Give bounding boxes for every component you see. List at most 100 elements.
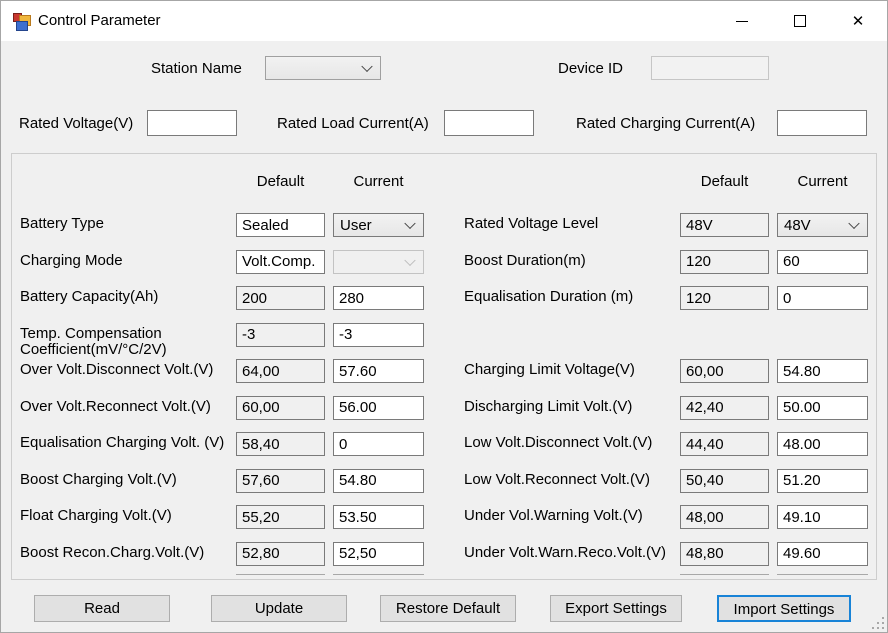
current-value-input[interactable]: [777, 468, 868, 493]
current-value-combobox[interactable]: User: [333, 213, 424, 237]
default-value-input: [236, 432, 325, 456]
parameters-panel: Default Current Default Current Battery …: [11, 153, 877, 580]
parameter-row: Over Volt.Reconnect Volt.(V): [20, 395, 432, 420]
parameter-row: Boost Charging Volt.(V): [20, 468, 432, 493]
current-value-input[interactable]: [333, 286, 424, 310]
chevron-down-icon: [404, 217, 416, 230]
parameter-row: Under Vol.Warning Volt.(V): [464, 505, 876, 529]
close-icon: ✕: [851, 12, 865, 30]
current-value-input[interactable]: [777, 395, 868, 420]
rated-load-current-label: Rated Load Current(A): [277, 115, 429, 132]
parameter-row: Over Volt.Disconnect Volt.(V): [20, 359, 432, 383]
parameter-label: Equalisation Duration (m): [464, 288, 634, 305]
maximize-button[interactable]: [771, 1, 829, 41]
parameter-row: Under Volt.Warn.Reco.Volt.(V): [464, 541, 876, 566]
device-id-label: Device ID: [558, 60, 624, 77]
current-value-input[interactable]: [777, 286, 868, 310]
parameter-label: Over Volt.Disconnect Volt.(V): [20, 361, 214, 378]
rated-voltage-field[interactable]: [147, 110, 237, 136]
export-settings-button[interactable]: Export Settings: [550, 595, 682, 622]
current-value-input[interactable]: [333, 468, 424, 493]
current-value-input[interactable]: [777, 541, 868, 566]
minimize-button[interactable]: [713, 1, 771, 41]
update-button[interactable]: Update: [211, 595, 347, 622]
parameter-row: Low Volt.Reconnect Volt.(V): [464, 468, 876, 493]
combobox-value: 48V: [784, 216, 811, 234]
parameter-label: Under Volt.Warn.Reco.Volt.(V): [464, 543, 667, 561]
rated-load-current-field[interactable]: [444, 110, 534, 136]
default-value-input: [680, 541, 769, 566]
window-title: Control Parameter: [38, 12, 161, 29]
parameter-label: Low Volt.Disconnect Volt.(V): [464, 434, 653, 451]
app-icon: [13, 12, 31, 31]
close-button[interactable]: ✕: [829, 1, 887, 41]
parameter-row: Charging Mode: [20, 249, 432, 274]
parameter-label: Rated Voltage Level: [464, 215, 599, 232]
default-value-input: [236, 286, 325, 310]
parameter-row: Charging Limit Voltage(V): [464, 359, 876, 383]
default-value-input: [680, 213, 769, 237]
default-value-input: [680, 395, 769, 420]
right-parameter-rows: Rated Voltage Level 48V Boost Duration(m) E…: [464, 213, 876, 566]
current-value-input[interactable]: [777, 359, 868, 383]
station-name-combobox[interactable]: [265, 56, 381, 80]
default-column-header: Default: [700, 173, 749, 190]
parameter-label: Charging Limit Voltage(V): [464, 361, 635, 378]
chevron-down-icon: [361, 60, 373, 73]
current-value-input[interactable]: [333, 432, 424, 456]
clipped-next-row-line: [333, 574, 424, 577]
default-value-input: [236, 505, 325, 529]
parameter-label: Low Volt.Reconnect Volt.(V): [464, 470, 650, 488]
current-value-input[interactable]: [333, 505, 424, 529]
station-name-label: Station Name: [151, 60, 242, 77]
default-value-input: [236, 359, 325, 383]
parameter-label: Boost Charging Volt.(V): [20, 470, 177, 488]
read-button[interactable]: Read: [34, 595, 170, 622]
current-value-input[interactable]: [333, 322, 424, 347]
parameter-label: Boost Duration(m): [464, 251, 586, 269]
current-column-header: Current: [797, 173, 848, 190]
clipped-next-row-line: [680, 574, 769, 577]
current-value-input[interactable]: [333, 541, 424, 566]
default-value-input: [236, 213, 325, 237]
clipped-next-row-line: [236, 574, 325, 577]
default-value-input: [680, 468, 769, 493]
current-value-input[interactable]: [777, 249, 868, 274]
parameter-label: Boost Recon.Charg.Volt.(V): [20, 543, 205, 561]
parameter-row: Battery Capacity(Ah): [20, 286, 432, 310]
minimize-icon: [736, 20, 748, 22]
default-value-input: [680, 432, 769, 456]
device-id-field: [651, 56, 769, 80]
resize-grip-icon[interactable]: [872, 617, 885, 630]
parameter-row: Equalisation Duration (m): [464, 286, 876, 310]
current-value-input[interactable]: [333, 395, 424, 420]
rated-charging-current-field[interactable]: [777, 110, 867, 136]
chevron-down-icon: [848, 217, 860, 230]
control-parameter-window: Control Parameter ✕ Station Name Device …: [0, 0, 888, 633]
default-value-input: [680, 286, 769, 310]
default-value-input: [680, 359, 769, 383]
current-value-input[interactable]: [777, 505, 868, 529]
parameter-label: Under Vol.Warning Volt.(V): [464, 507, 643, 524]
current-column-header: Current: [353, 173, 404, 190]
current-value-combobox[interactable]: 48V: [777, 213, 868, 237]
parameter-row: Battery Type User: [20, 213, 432, 237]
default-value-input: [680, 505, 769, 529]
parameter-label: Temp. Compensation Coefficient(mV/°C/2V): [20, 324, 167, 358]
left-parameter-rows: Battery Type User Charging Mode Battery Cap…: [20, 213, 432, 566]
parameter-label: Discharging Limit Volt.(V): [464, 397, 633, 415]
clipped-next-row-line: [777, 574, 868, 577]
parameter-row: Float Charging Volt.(V): [20, 505, 432, 529]
maximize-icon: [794, 15, 806, 27]
default-value-input: [236, 249, 325, 274]
current-value-input[interactable]: [777, 432, 868, 456]
chevron-down-icon: [404, 254, 416, 266]
parameter-label: Float Charging Volt.(V): [20, 507, 172, 524]
current-value-input[interactable]: [333, 359, 424, 383]
combobox-value: User: [340, 216, 372, 234]
parameter-label: Equalisation Charging Volt. (V): [20, 434, 225, 451]
restore-default-button[interactable]: Restore Default: [380, 595, 516, 622]
parameter-label: Charging Mode: [20, 251, 123, 269]
default-value-input: [236, 541, 325, 566]
import-settings-button[interactable]: Import Settings: [717, 595, 851, 622]
